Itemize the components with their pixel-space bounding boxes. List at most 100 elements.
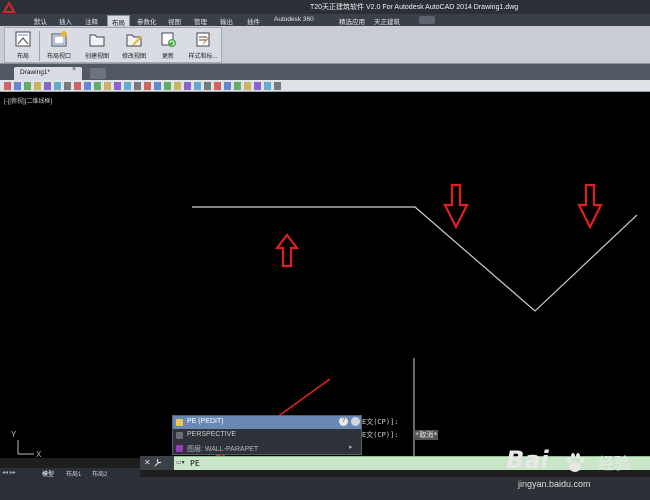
- create-view-label: 创建视图: [84, 54, 109, 60]
- toolbar-tool-icon[interactable]: [124, 82, 131, 90]
- close-tab-icon[interactable]: ×: [72, 66, 76, 73]
- autocomplete-item-label: PE (PEDIT): [187, 418, 224, 425]
- layer-icon: [176, 445, 183, 452]
- command-history-option: *取消*: [414, 430, 439, 440]
- watermark-brand: Bai: [506, 446, 549, 474]
- styles-icon: [196, 32, 211, 47]
- toolbar-tool-icon[interactable]: [44, 82, 51, 90]
- tab-annotate[interactable]: 注释: [81, 15, 102, 26]
- create-view-button[interactable]: 创建视图: [80, 30, 114, 63]
- settings-icon[interactable]: [351, 417, 360, 426]
- annotation-arrow-up: [274, 233, 300, 268]
- update-icon: [161, 32, 176, 47]
- layout-viewport-button[interactable]: 布局视口: [42, 30, 76, 63]
- layout-tab-2[interactable]: 布局2: [92, 468, 107, 478]
- cad-polyline[interactable]: [192, 206, 638, 312]
- layout-tab-1[interactable]: 布局1: [66, 468, 81, 478]
- styles-button[interactable]: 样式和标...: [185, 30, 221, 63]
- command-icon: [176, 419, 183, 426]
- layout-viewport-icon: [51, 31, 67, 47]
- toolbar-tool-icon[interactable]: [144, 82, 151, 90]
- drawing-overlay: Y X: [11, 183, 638, 464]
- tab-manage[interactable]: 管理: [190, 15, 211, 26]
- help-icon[interactable]: ?: [339, 417, 348, 426]
- update-label: 更新: [161, 54, 174, 60]
- toolbar-tool-icon[interactable]: [274, 82, 281, 90]
- command-prompt-icon: ▭▾: [176, 460, 185, 466]
- close-icon[interactable]: ✕: [144, 458, 151, 467]
- command-icon: [176, 432, 183, 439]
- layout-viewport-label: 布局视口: [46, 54, 71, 60]
- tab-autodesk-360[interactable]: Autodesk 360: [270, 15, 318, 26]
- command-history-line: E文(CP)]:: [362, 431, 399, 439]
- autocomplete-item-label: PERSPECTIVE: [187, 431, 237, 438]
- autocomplete-item[interactable]: PE (PEDIT) ?: [173, 416, 361, 429]
- layout-icon: [15, 31, 31, 47]
- layout-button[interactable]: 布局: [9, 30, 37, 63]
- edit-view-icon: [126, 34, 142, 47]
- toolbar-tool-icon[interactable]: [94, 82, 101, 90]
- toolbar-tool-icon[interactable]: [264, 82, 271, 90]
- baidu-watermark: Bai 经验 jingyan.baidu.com: [498, 446, 648, 498]
- layout-button-label: 布局: [16, 54, 29, 60]
- ribbon-divider: [39, 31, 40, 61]
- tab-output[interactable]: 输出: [216, 15, 237, 26]
- title-bar: T20天正建筑软件 V2.0 For Autodesk AutoCAD 2014…: [0, 0, 650, 14]
- toolbar-tool-icon[interactable]: [74, 82, 81, 90]
- edit-view-button[interactable]: 修改视图: [117, 30, 151, 63]
- update-button[interactable]: 更新: [155, 30, 181, 63]
- toolbar-tool-icon[interactable]: [234, 82, 241, 90]
- autocomplete-item[interactable]: PERSPECTIVE ▸: [173, 429, 361, 451]
- toolbar-tool-icon[interactable]: [204, 82, 211, 90]
- toolbar-tool-icon[interactable]: [184, 82, 191, 90]
- tab-insert[interactable]: 插入: [55, 15, 76, 26]
- ribbon-tab-bar: 默认 插入 注释 布局 参数化 视图 管理 输出 插件 Autodesk 360…: [0, 14, 650, 27]
- toolbar-tool-icon[interactable]: [104, 82, 111, 90]
- tab-view[interactable]: 视图: [164, 15, 185, 26]
- ucs-icon: Y X: [11, 430, 42, 459]
- wrench-icon[interactable]: [154, 458, 162, 467]
- toolbar-tool-icon[interactable]: [14, 82, 21, 90]
- autocomplete-item[interactable]: 图层: WALL-PARAPET: [173, 442, 361, 455]
- window-title: T20天正建筑软件 V2.0 For Autodesk AutoCAD 2014…: [310, 4, 519, 11]
- layout-tab-model[interactable]: 模型: [42, 468, 54, 478]
- autocomplete-item-label: 图层: WALL-PARAPET: [187, 446, 259, 453]
- autocad-logo-icon[interactable]: [2, 1, 16, 13]
- tab-parametric[interactable]: 参数化: [133, 15, 161, 26]
- toolbar-tool-icon[interactable]: [154, 82, 161, 90]
- tab-layout[interactable]: 布局: [107, 15, 130, 27]
- toolbar-tool-icon[interactable]: [64, 82, 71, 90]
- paw-logo-icon: [567, 453, 584, 472]
- ribbon: 布局 布局视口 创建视图 修改视图 更新 样式和标...: [0, 26, 650, 64]
- layout-nav-arrows-icon[interactable]: ◂◂ ▸▸: [2, 469, 16, 476]
- toolbar-tool-icon[interactable]: [244, 82, 251, 90]
- toolbar-tool-icon[interactable]: [194, 82, 201, 90]
- toolbar-tool-icon[interactable]: [174, 82, 181, 90]
- command-line-controls: ✕: [140, 456, 174, 470]
- tab-tangent-architecture[interactable]: 天正建筑: [370, 15, 404, 26]
- create-view-icon: [89, 34, 105, 47]
- toolbar-tool-icon[interactable]: [224, 82, 231, 90]
- toolbar-tool-icon[interactable]: [34, 82, 41, 90]
- annotation-arrow-down-1: [443, 183, 469, 230]
- tab-featured-apps[interactable]: 精选应用: [335, 15, 369, 26]
- new-tab-button[interactable]: [90, 68, 106, 79]
- toolbar-tool-icon[interactable]: [254, 82, 261, 90]
- toolbar-tool-icon[interactable]: [24, 82, 31, 90]
- tab-default[interactable]: 默认: [30, 15, 51, 26]
- toolbar-tool-icon[interactable]: [54, 82, 61, 90]
- toolbar-tool-icon[interactable]: [214, 82, 221, 90]
- toolbar-tool-icon[interactable]: [114, 82, 121, 90]
- tab-plugins[interactable]: 插件: [243, 15, 264, 26]
- toolbar-tool-icon[interactable]: [4, 82, 11, 90]
- command-history-line: E文(CP)]:: [362, 418, 399, 426]
- toolbar-tool-icon[interactable]: [84, 82, 91, 90]
- ribbon-minimize-toggle[interactable]: [419, 16, 435, 24]
- svg-text:X: X: [36, 450, 42, 459]
- svg-text:Y: Y: [11, 430, 17, 439]
- tool-strip: [0, 80, 650, 92]
- watermark-brand-suffix: 经验: [598, 456, 631, 473]
- layout-panel: 布局 布局视口 创建视图 修改视图 更新 样式和标...: [4, 27, 222, 63]
- toolbar-tool-icon[interactable]: [164, 82, 171, 90]
- toolbar-tool-icon[interactable]: [134, 82, 141, 90]
